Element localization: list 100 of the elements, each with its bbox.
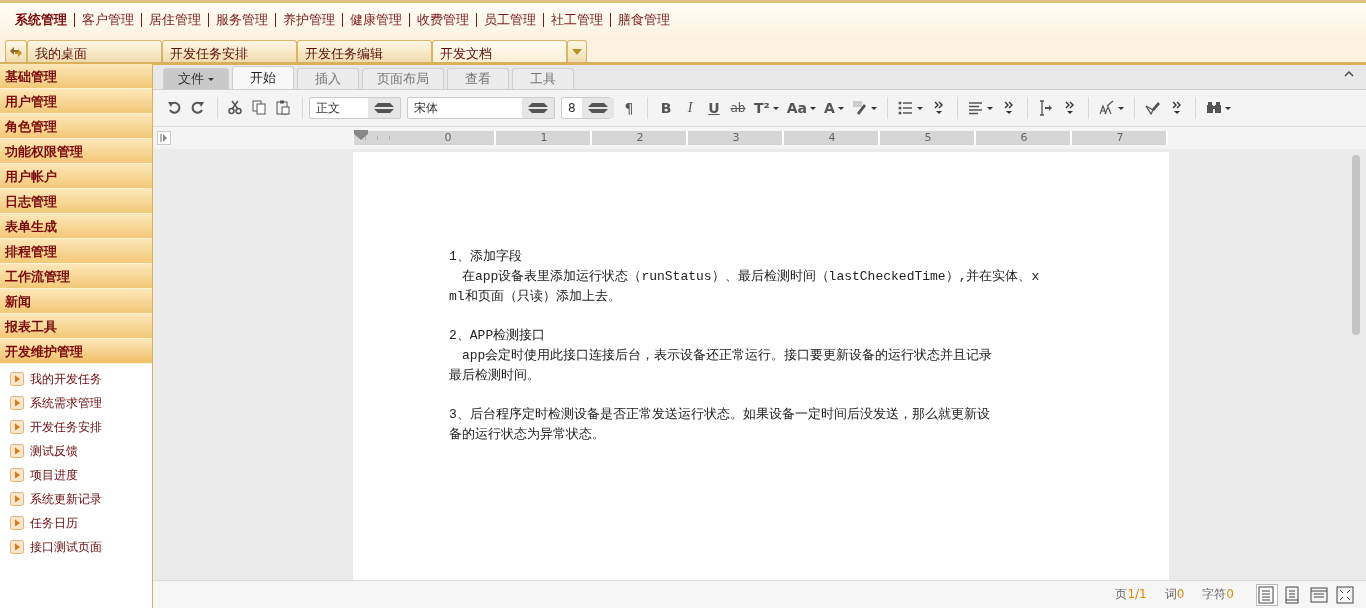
menu-item[interactable]: 系统需求管理 [30, 394, 102, 412]
ruler-number: 1 [540, 131, 548, 144]
document-text-line: 在app设备表里添加运行状态（runStatus）、最后检测时间（lastCheckedTime）,并在实体、x [461, 268, 1041, 286]
paragraph-marks-button[interactable]: ¶ [617, 96, 641, 120]
bold-button[interactable]: B [654, 96, 678, 120]
nav-menu-item[interactable]: 膳食管理 [610, 12, 677, 27]
page-tab[interactable]: 开发任务安排 [162, 40, 297, 62]
menu-item[interactable]: 任务日历 [30, 514, 78, 532]
ruler-number: 2 [636, 131, 644, 144]
menu-group-header[interactable]: 工作流管理 [0, 264, 152, 289]
ruler-number: 7 [1116, 131, 1124, 144]
double-chevron-icon [934, 101, 944, 115]
strikethrough-button[interactable]: ab [726, 96, 750, 120]
scissors-icon [228, 100, 244, 116]
menu-item[interactable]: 我的开发任务 [30, 370, 102, 388]
menu-group-header[interactable]: 表单生成 [0, 214, 152, 239]
nav-menu-item[interactable]: 健康管理 [342, 12, 409, 27]
nav-menu-item[interactable]: 员工管理 [476, 12, 543, 27]
status-counter: 字符0 [1202, 586, 1234, 603]
tabs-menu-button[interactable] [567, 40, 587, 62]
ruler-number: 0 [444, 131, 452, 144]
ribbon-tab[interactable]: 开始 [232, 66, 294, 89]
menu-group-header[interactable]: 功能权限管理 [0, 139, 152, 164]
underline-button[interactable]: U [702, 96, 726, 120]
font-family-select[interactable]: 宋体 [407, 97, 555, 119]
document-text-line: ml和页面（只读）添加上去。 [449, 288, 622, 306]
superscript-button[interactable]: T² [750, 96, 783, 120]
ribbon-tab[interactable]: 页面布局 [362, 68, 444, 89]
expand-corners-icon [1336, 585, 1354, 604]
document-text-line: 最后检测时间。 [449, 367, 541, 385]
nav-menu-item[interactable]: 社工管理 [543, 12, 610, 27]
nav-menu-item[interactable]: 客户管理 [74, 12, 141, 27]
highlighter-icon [851, 100, 868, 116]
document-text-line: app会定时使用此接口连接后台，表示设备还正常运行。接口要更新设备的运行状态并且记录 [461, 347, 994, 365]
align-left-icon [967, 100, 984, 116]
double-chevron-icon [1065, 101, 1075, 115]
scrollbar-thumb[interactable] [1352, 155, 1360, 335]
arrow-right-icon [10, 420, 24, 434]
font-color-button[interactable]: A [820, 96, 848, 120]
arrow-right-icon [10, 492, 24, 506]
double-chevron-icon [1004, 101, 1014, 115]
menu-group-header[interactable]: 排程管理 [0, 239, 152, 264]
page-tab[interactable]: 开发任务编辑 [297, 40, 432, 62]
nav-menu-item[interactable]: 养护管理 [275, 12, 342, 27]
redo-icon [191, 100, 207, 116]
double-chevron-icon [1172, 101, 1182, 115]
fullscreen-button[interactable] [1334, 583, 1356, 606]
status-counter: 页1/1 [1115, 586, 1147, 603]
caret-down-icon [572, 48, 582, 55]
letters-strike-icon [1098, 100, 1115, 116]
bullet-list-icon [897, 100, 914, 116]
arrow-right-icon [10, 372, 24, 386]
menu-group-header[interactable]: 用户管理 [0, 89, 152, 114]
document-text-line: 3、后台程序定时检测设备是否正常发送运行状态。如果设备一定时间后没发送，那么就更新设 [449, 406, 991, 424]
refresh-tabs-button[interactable] [5, 40, 27, 62]
file-menu-button[interactable]: 文件 [163, 68, 229, 89]
menu-item[interactable]: 系统更新记录 [30, 490, 102, 508]
document-icon [1284, 585, 1302, 604]
menu-group-header[interactable]: 基础管理 [0, 64, 152, 89]
ruler-number: 5 [924, 131, 932, 144]
nav-menu-item[interactable]: 收费管理 [409, 12, 476, 27]
document-text-line: 备的运行状态为异常状态。 [449, 426, 606, 444]
menu-item[interactable]: 项目进度 [30, 466, 78, 484]
document-page[interactable]: 1、添加字段 在app设备表里添加运行状态（runStatus）、最后检测时间（lastCheckedTime）,并在实体、x ml和页面（只读）添加上去。 2、APP检测接口 app会定时使用此接口连接后台，表示设备还正常运行。接口要更新设备的运行状态并且记录 最后检测时间。 3、后台程序定时检测设备是否正常发送运行状态。如果设备一定时间后没发送，那么就更新设 备的运行状态为异常状态。 [353, 152, 1169, 580]
collapse-ribbon-icon [1344, 71, 1354, 77]
window-lines-icon [1310, 585, 1328, 604]
menu-group-header[interactable]: 用户帐户 [0, 164, 152, 189]
menu-group-header[interactable]: 新闻 [0, 289, 152, 314]
arrow-right-icon [10, 396, 24, 410]
menu-group-header[interactable]: 角色管理 [0, 114, 152, 139]
menu-group-header[interactable]: 报表工具 [0, 314, 152, 339]
nav-menu-item[interactable]: 系统管理 [8, 12, 74, 27]
ribbon-tab[interactable]: 插入 [297, 68, 359, 89]
menu-group-header[interactable]: 开发维护管理 [0, 339, 152, 364]
status-counter: 词0 [1164, 586, 1185, 603]
change-case-button[interactable]: Aa [782, 96, 820, 120]
italic-button[interactable]: I [678, 96, 702, 120]
play-bar-icon [160, 134, 168, 142]
nav-menu-item[interactable]: 服务管理 [208, 12, 275, 27]
toggle-sidebar-button[interactable] [157, 131, 171, 145]
menu-item[interactable]: 开发任务安排 [30, 418, 102, 436]
page-tab[interactable]: 开发文档 [432, 40, 567, 62]
nav-menu-item[interactable]: 居住管理 [141, 12, 208, 27]
paste-icon [276, 100, 292, 116]
menu-item[interactable]: 接口测试页面 [30, 538, 102, 556]
ruler-number: 3 [732, 131, 740, 144]
arrow-right-icon [10, 468, 24, 482]
ruler[interactable]: 0 1 2 3 4 5 6 7 [354, 131, 1168, 145]
font-size-select[interactable]: 8 [561, 97, 611, 119]
menu-item[interactable]: 测试反馈 [30, 442, 78, 460]
text-cursor-arrow-icon [1037, 100, 1054, 116]
swap-arrows-icon [9, 45, 23, 58]
ribbon-tab[interactable]: 查看 [447, 68, 509, 89]
ribbon-tab[interactable]: 工具 [512, 68, 574, 89]
paragraph-style-select[interactable]: 正文 [309, 97, 401, 119]
menu-group-header[interactable]: 日志管理 [0, 189, 152, 214]
print-layout-view-button[interactable] [1256, 583, 1278, 606]
ruler-number: 6 [1020, 131, 1028, 144]
page-tab[interactable]: 我的桌面 [27, 40, 162, 62]
indent-marker-icon [354, 130, 368, 140]
